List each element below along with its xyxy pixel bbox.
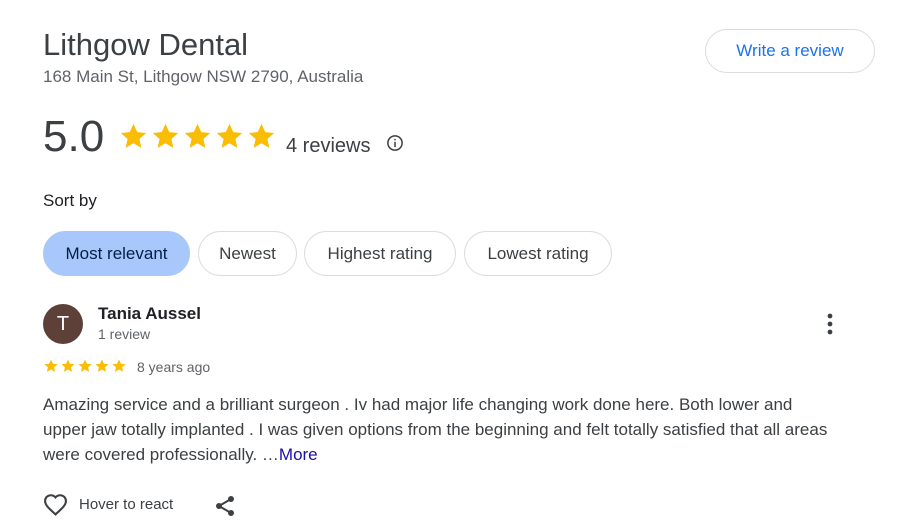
star-icon (78, 359, 92, 372)
react-button[interactable]: Hover to react (43, 493, 173, 516)
review-stars (43, 358, 127, 374)
sort-chip-newest[interactable]: Newest (198, 231, 297, 276)
more-options-button[interactable] (817, 311, 843, 337)
review-body: Amazing service and a brilliant surgeon … (43, 395, 828, 464)
more-vert-icon (827, 313, 833, 335)
share-icon[interactable] (213, 494, 237, 518)
star-icon (112, 359, 126, 372)
write-review-button[interactable]: Write a review (705, 29, 875, 73)
star-icon (216, 123, 243, 148)
star-icon (184, 123, 211, 148)
star-icon (152, 123, 179, 148)
sort-label: Sort by (43, 191, 97, 210)
sort-chip-highest-rating[interactable]: Highest rating (304, 231, 456, 276)
avatar[interactable]: T (43, 304, 83, 344)
rating-value: 5.0 (43, 112, 105, 161)
review-count: 4 reviews (286, 135, 371, 157)
place-address: 168 Main St, Lithgow NSW 2790, Australia (43, 67, 364, 86)
star-icon (248, 123, 275, 148)
reviewer-name[interactable]: Tania Aussel (98, 304, 201, 324)
star-icon (61, 359, 75, 372)
heart-icon (44, 494, 67, 516)
place-title: Lithgow Dental (43, 27, 249, 62)
more-link[interactable]: More (279, 445, 318, 464)
review-text: Amazing service and a brilliant surgeon … (43, 392, 833, 467)
rating-stars (118, 121, 277, 152)
react-label: Hover to react (79, 496, 174, 513)
info-icon[interactable] (386, 134, 404, 152)
sort-chip-lowest-rating[interactable]: Lowest rating (464, 231, 612, 276)
star-icon (120, 123, 147, 148)
reviewer-review-count: 1 review (98, 326, 151, 342)
star-icon (95, 359, 109, 372)
review-date: 8 years ago (137, 359, 211, 375)
sort-chip-most-relevant[interactable]: Most relevant (43, 231, 190, 276)
star-icon (44, 359, 58, 372)
